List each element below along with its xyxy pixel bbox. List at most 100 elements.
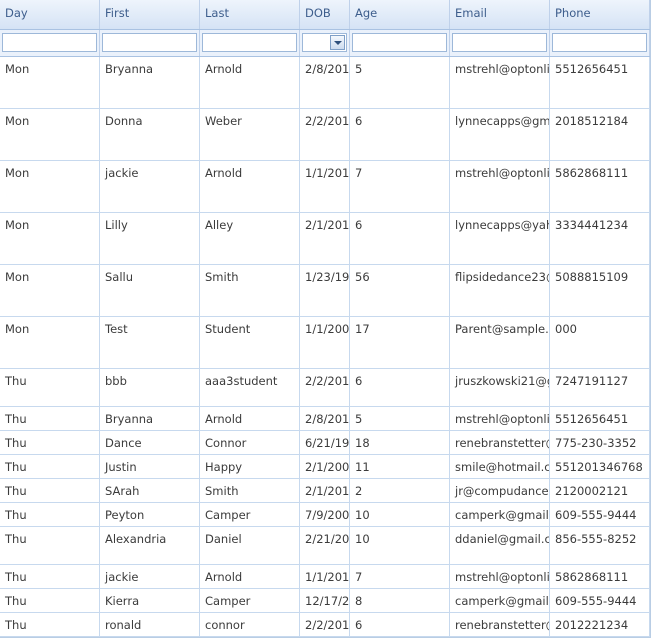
cell-dob: 2/2/201 <box>300 369 350 406</box>
cell-last: Arnold <box>200 57 300 108</box>
table-row[interactable]: Mon Sallu Smith 1/23/19 56 flipsidedance23@ 50… <box>0 265 650 317</box>
cell-age: 7 <box>350 161 450 212</box>
table-row[interactable]: MonTestStudent1/1/20017Parent@sample.cc0… <box>0 317 650 369</box>
cell-first: Test <box>100 317 200 368</box>
cell-dob: 2/1/200 <box>300 455 350 478</box>
column-header-email[interactable]: Email <box>450 0 550 29</box>
cell-phone: 5862868111 <box>550 565 650 588</box>
cell-first: Lilly <box>100 213 200 264</box>
table-row[interactable]: Thu SArah Smith 2/1/201 2 jr@compudance.c 2120… <box>0 479 650 503</box>
table-row[interactable]: Thu Alexandria Daniel 2/21/20 10 ddaniel@gmai… <box>0 527 650 565</box>
cell-day: Thu <box>0 455 100 478</box>
cell-phone: 2012221234 <box>550 613 650 636</box>
cell-day: Thu <box>0 407 100 430</box>
grid-body: Mon Bryanna Arnold 2/8/201 5 mstrehl@optonlin… <box>0 57 650 637</box>
filter-cell-email <box>450 30 550 56</box>
cell-age: 56 <box>350 265 450 316</box>
table-row[interactable]: Thu bbb aaa3student 2/2/201 6 jruszkowski21@g… <box>0 369 650 407</box>
column-header-last[interactable]: Last <box>200 0 300 29</box>
cell-email: renebranstetter@ <box>450 431 550 454</box>
filter-day-input[interactable] <box>2 33 97 52</box>
filter-cell-first <box>100 30 200 56</box>
table-row[interactable]: Thu Justin Happy 2/1/200 11 smile@hotmail.co 5… <box>0 455 650 479</box>
cell-email: lynnecapps@yahc <box>450 213 550 264</box>
cell-dob: 6/21/19 <box>300 431 350 454</box>
cell-last: Camper <box>200 503 300 526</box>
column-header-dob[interactable]: DOB <box>300 0 350 29</box>
table-row[interactable]: Mon Bryanna Arnold 2/8/201 5 mstrehl@optonlin… <box>0 57 650 109</box>
cell-dob: 2/1/201 <box>300 213 350 264</box>
table-row[interactable]: Thu jackie Arnold 1/1/201 7 mstrehl@optonlin 5… <box>0 565 650 589</box>
cell-dob: 2/21/20 <box>300 527 350 564</box>
cell-age: 5 <box>350 57 450 108</box>
cell-last: Camper <box>200 589 300 612</box>
cell-age: 10 <box>350 503 450 526</box>
chevron-down-icon[interactable] <box>330 35 345 50</box>
cell-first: Bryanna <box>100 57 200 108</box>
cell-age: 8 <box>350 589 450 612</box>
cell-first: bbb <box>100 369 200 406</box>
cell-phone: 2018512184 <box>550 109 650 160</box>
filter-cell-phone <box>550 30 650 56</box>
cell-email: jruszkowski21@g <box>450 369 550 406</box>
column-header-day[interactable]: Day <box>0 0 100 29</box>
cell-first: jackie <box>100 565 200 588</box>
cell-age: 7 <box>350 565 450 588</box>
cell-email: smile@hotmail.co <box>450 455 550 478</box>
cell-last: Happy <box>200 455 300 478</box>
table-row[interactable]: Thu Peyton Camper 7/9/200 10 camperk@gmail.c 6… <box>0 503 650 527</box>
cell-day: Mon <box>0 317 100 368</box>
filter-cell-dob <box>300 30 350 56</box>
column-header-phone[interactable]: Phone <box>550 0 650 29</box>
filter-email-input[interactable] <box>452 33 547 52</box>
cell-phone: 5512656451 <box>550 57 650 108</box>
cell-day: Thu <box>0 479 100 502</box>
cell-day: Mon <box>0 57 100 108</box>
filter-dob-select[interactable] <box>302 33 347 52</box>
cell-phone: 7247191127 <box>550 369 650 406</box>
cell-email: flipsidedance23@ <box>450 265 550 316</box>
table-row[interactable]: Thu Dance Connor 6/21/19 18 renebranstetter@ 7… <box>0 431 650 455</box>
cell-day: Thu <box>0 369 100 406</box>
cell-day: Thu <box>0 565 100 588</box>
cell-last: connor <box>200 613 300 636</box>
cell-last: Alley <box>200 213 300 264</box>
cell-email: camperk@gmail.c <box>450 589 550 612</box>
table-row[interactable]: Mon jackie Arnold 1/1/201 7 mstrehl@optonlin 5… <box>0 161 650 213</box>
cell-dob: 2/2/201 <box>300 613 350 636</box>
cell-first: Alexandria <box>100 527 200 564</box>
table-row[interactable]: Thu Bryanna Arnold 2/8/201 5 mstrehl@optonlin… <box>0 407 650 431</box>
cell-phone: 5088815109 <box>550 265 650 316</box>
cell-first: Bryanna <box>100 407 200 430</box>
table-row[interactable]: Mon Lilly Alley 2/1/201 6 lynnecapps@yahc 3334… <box>0 213 650 265</box>
table-row[interactable]: Mon Donna Weber 2/2/201 6 lynnecapps@gma 20185… <box>0 109 650 161</box>
cell-last: Arnold <box>200 407 300 430</box>
filter-phone-input[interactable] <box>552 33 647 52</box>
cell-email: mstrehl@optonlin <box>450 161 550 212</box>
cell-first: Peyton <box>100 503 200 526</box>
cell-day: Thu <box>0 431 100 454</box>
cell-phone: 856-555-8252 <box>550 527 650 564</box>
cell-email: camperk@gmail.c <box>450 503 550 526</box>
filter-age-input[interactable] <box>352 33 447 52</box>
cell-age: 2 <box>350 479 450 502</box>
column-header-age[interactable]: Age <box>350 0 450 29</box>
column-header-first[interactable]: First <box>100 0 200 29</box>
filter-last-input[interactable] <box>202 33 297 52</box>
cell-last: Weber <box>200 109 300 160</box>
table-row[interactable]: Thu ronald connor 2/2/201 6 renebranstetter@ 2… <box>0 613 650 637</box>
cell-age: 17 <box>350 317 450 368</box>
cell-email: jr@compudance.c <box>450 479 550 502</box>
filter-first-input[interactable] <box>102 33 197 52</box>
cell-dob: 2/8/201 <box>300 57 350 108</box>
cell-phone: 000 <box>550 317 650 368</box>
cell-day: Mon <box>0 109 100 160</box>
cell-dob: 2/1/201 <box>300 479 350 502</box>
cell-last: Connor <box>200 431 300 454</box>
table-row[interactable]: Thu Kierra Camper 12/17/2 8 camperk@gmail.c 60… <box>0 589 650 613</box>
cell-age: 6 <box>350 213 450 264</box>
cell-dob: 2/8/201 <box>300 407 350 430</box>
cell-email: mstrehl@optonlin <box>450 407 550 430</box>
cell-dob: 1/1/200 <box>300 317 350 368</box>
grid-header: Day First Last DOB Age Email Phone <box>0 0 650 30</box>
